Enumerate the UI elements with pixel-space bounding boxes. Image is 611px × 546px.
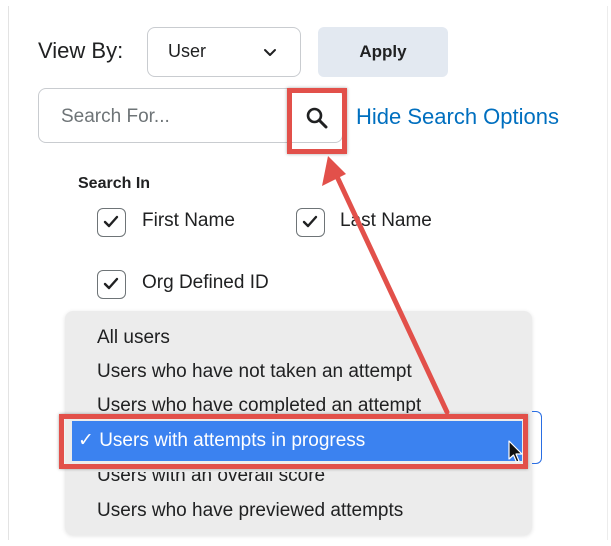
annotation-arrow-icon [322,156,450,415]
